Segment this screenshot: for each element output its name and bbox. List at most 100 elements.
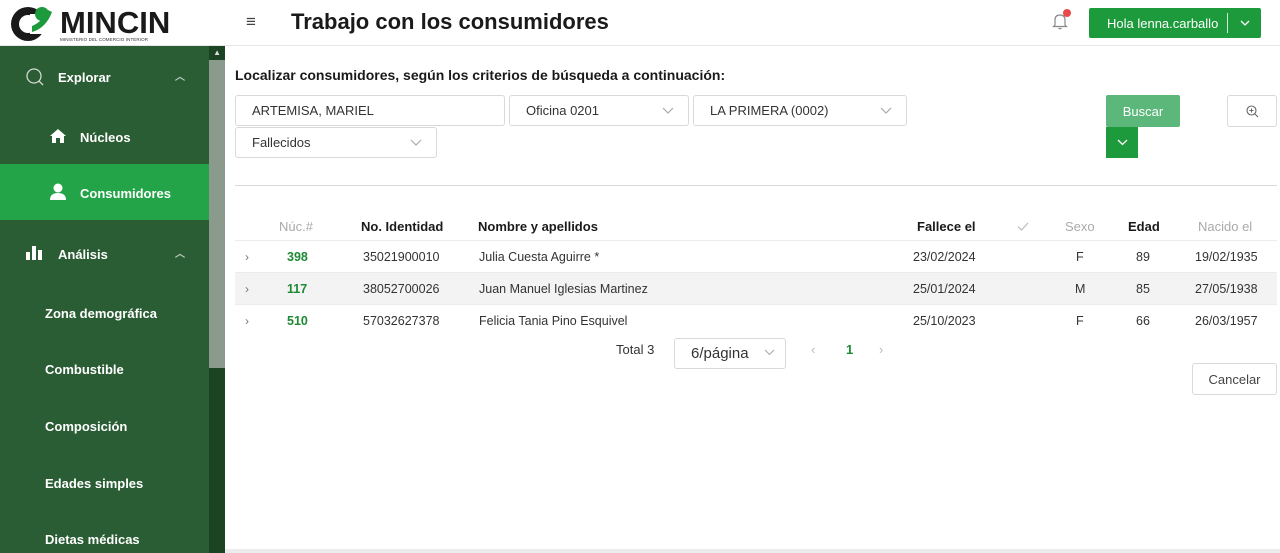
notification-badge <box>1063 9 1071 17</box>
search-icon <box>26 68 44 89</box>
office-select[interactable]: Oficina 0201 <box>509 95 689 126</box>
sidebar: Explorar ︿ Núcleos Consumidores Análisis… <box>0 46 225 553</box>
sidebar-item-dietas-medicas[interactable]: Dietas médicas <box>0 510 209 553</box>
identidad-cell: 35021900010 <box>363 249 440 264</box>
sidebar-item-label: Combustible <box>45 362 124 377</box>
page-size-select[interactable]: 6/página <box>674 338 786 369</box>
chevron-down-icon <box>880 103 892 117</box>
nombre-cell: Julia Cuesta Aguirre * <box>479 249 600 264</box>
user-icon <box>50 183 66 203</box>
status-select[interactable]: Fallecidos <box>235 127 437 158</box>
total-count: Total 3 <box>616 342 655 357</box>
logo-subtitle: MINISTERIO DEL COMERCIO INTERIOR <box>60 37 149 42</box>
user-greeting: Hola lenna.carballo <box>1107 15 1219 31</box>
bodega-value: LA PRIMERA (0002) <box>710 103 829 118</box>
sidebar-item-label: Zona demográfica <box>45 306 157 321</box>
nucleo-cell[interactable]: 510 <box>287 305 308 336</box>
edad-cell: 85 <box>1136 281 1150 296</box>
office-value: Oficina 0201 <box>526 103 599 118</box>
sidebar-item-consumidores[interactable]: Consumidores <box>0 164 209 220</box>
chevron-right-icon[interactable]: › <box>245 273 249 304</box>
scrollbar-thumb[interactable] <box>209 60 225 368</box>
bodega-select[interactable]: LA PRIMERA (0002) <box>693 95 907 126</box>
chevron-left-icon[interactable]: ‹ <box>811 342 815 357</box>
search-instructions: Localizar consumidores, según los criter… <box>235 67 726 83</box>
zoom-in-icon <box>1245 104 1258 117</box>
table-row[interactable]: › 117 38052700026 Juan Manuel Iglesias M… <box>235 272 1277 304</box>
nucleo-cell[interactable]: 117 <box>287 273 307 304</box>
status-value: Fallecidos <box>252 135 311 150</box>
chevron-down-icon <box>662 103 674 117</box>
chevron-down-icon <box>1117 139 1127 146</box>
edad-cell: 89 <box>1136 249 1150 264</box>
mincin-logo[interactable]: MINCIN MINISTERIO DEL COMERCIO INTERIOR <box>8 2 171 44</box>
sidebar-item-composicion[interactable]: Composición <box>0 398 209 454</box>
sidebar-item-label: Explorar <box>58 70 111 85</box>
column-header-edad[interactable]: Edad <box>1128 212 1160 240</box>
identidad-cell: 57032627378 <box>363 313 440 328</box>
scroll-up-icon[interactable]: ▲ <box>213 48 221 57</box>
home-icon <box>50 129 66 146</box>
identidad-cell: 38052700026 <box>363 281 440 296</box>
chevron-right-icon[interactable]: › <box>245 305 249 336</box>
cancel-button[interactable]: Cancelar <box>1192 363 1277 395</box>
column-header-nucleo[interactable]: Núc.# <box>279 212 313 240</box>
page-size-value: 6/página <box>691 345 749 362</box>
bar-chart-icon <box>26 246 44 263</box>
chevron-down-icon[interactable] <box>1228 17 1261 29</box>
nacido-cell: 19/02/1935 <box>1195 249 1258 264</box>
column-header-identidad[interactable]: No. Identidad <box>361 212 443 240</box>
logo-text: MINCIN <box>60 5 171 40</box>
chevron-right-icon[interactable]: › <box>245 241 249 272</box>
sidebar-item-label: Consumidores <box>80 186 172 201</box>
sidebar-item-edades-simples[interactable]: Edades simples <box>0 454 209 510</box>
check-icon[interactable] <box>1017 212 1029 240</box>
divider <box>235 185 1277 186</box>
nucleo-cell[interactable]: 398 <box>287 241 308 272</box>
nacido-cell: 27/05/1938 <box>1195 281 1258 296</box>
sidebar-item-analisis[interactable]: Análisis ︿ <box>0 220 209 286</box>
sidebar-item-label: Dietas médicas <box>45 532 140 547</box>
pagination: Total 3 6/página ‹ 1 › <box>225 338 1280 369</box>
main-content: Localizar consumidores, según los criter… <box>225 46 1280 553</box>
bell-icon[interactable] <box>1052 9 1071 30</box>
zoom-in-button[interactable] <box>1227 95 1277 127</box>
sidebar-item-combustible[interactable]: Combustible <box>0 342 209 398</box>
location-select[interactable]: ARTEMISA, MARIEL <box>235 95 505 126</box>
sidebar-item-zona-demografica[interactable]: Zona demográfica <box>0 286 209 342</box>
page-number[interactable]: 1 <box>846 342 853 357</box>
hamburger-icon[interactable]: ≡ <box>246 12 256 32</box>
page-title: Trabajo con los consumidores <box>291 9 609 34</box>
nacido-cell: 26/03/1957 <box>1195 313 1258 328</box>
fallece-cell: 23/02/2024 <box>913 249 976 264</box>
chevron-right-icon[interactable]: › <box>879 342 883 357</box>
sidebar-item-nucleos[interactable]: Núcleos <box>0 108 209 164</box>
fallece-cell: 25/10/2023 <box>913 313 976 328</box>
user-menu-button[interactable]: Hola lenna.carballo <box>1089 8 1261 38</box>
sidebar-item-label: Edades simples <box>45 476 144 491</box>
column-header-nombre[interactable]: Nombre y apellidos <box>478 212 598 240</box>
location-value: ARTEMISA, MARIEL <box>252 103 374 118</box>
sexo-cell: F <box>1076 249 1084 264</box>
sidebar-scrollbar[interactable]: ▲ <box>209 46 225 553</box>
chevron-down-icon <box>410 135 422 149</box>
sidebar-item-explorar[interactable]: Explorar ︿ <box>0 46 209 108</box>
column-header-sexo[interactable]: Sexo <box>1065 212 1095 240</box>
column-header-fallece[interactable]: Fallece el <box>917 212 976 240</box>
sidebar-item-label: Análisis <box>58 247 108 262</box>
edad-cell: 66 <box>1136 313 1150 328</box>
fallece-cell: 25/01/2024 <box>913 281 976 296</box>
table-row[interactable]: › 398 35021900010 Julia Cuesta Aguirre *… <box>235 240 1277 272</box>
chevron-up-icon[interactable]: ︿ <box>175 68 185 83</box>
search-button[interactable]: Buscar <box>1106 95 1180 127</box>
nombre-cell: Felicia Tania Pino Esquivel <box>479 313 628 328</box>
sidebar-item-label: Núcleos <box>80 130 131 145</box>
top-header: MINCIN MINISTERIO DEL COMERCIO INTERIOR … <box>0 0 1280 46</box>
more-filters-button[interactable] <box>1106 127 1138 158</box>
table-row[interactable]: › 510 57032627378 Felicia Tania Pino Esq… <box>235 304 1277 336</box>
chevron-up-icon[interactable]: ︿ <box>175 245 185 260</box>
column-header-nacido[interactable]: Nacido el <box>1198 212 1252 240</box>
logo-mark-icon <box>11 7 52 41</box>
nombre-cell: Juan Manuel Iglesias Martinez <box>479 281 648 296</box>
chevron-down-icon <box>764 347 775 359</box>
